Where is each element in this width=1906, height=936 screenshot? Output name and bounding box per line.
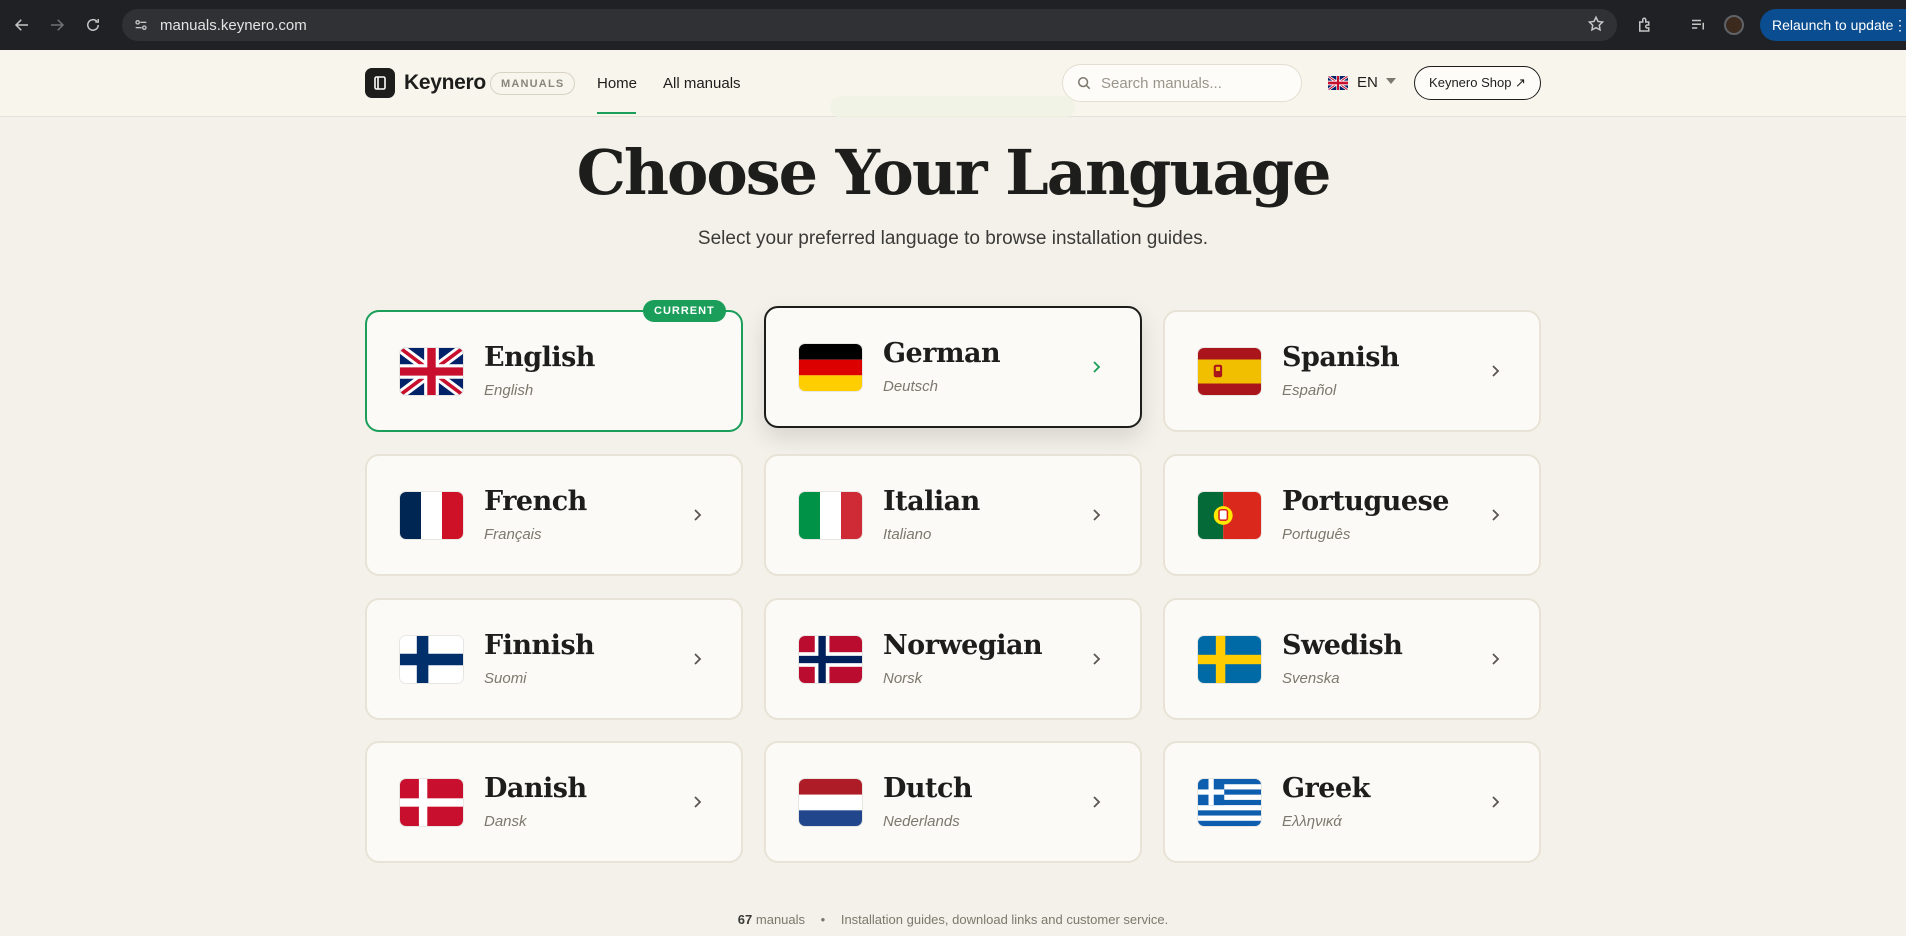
norway-flag-icon: [799, 636, 862, 683]
language-name: Greek: [1282, 773, 1370, 804]
language-native-name: Suomi: [484, 670, 527, 687]
decorative-highlight: [830, 96, 1075, 118]
chevron-right-icon: [1088, 359, 1104, 375]
uk-flag-icon: [400, 348, 463, 395]
page-title: Choose Your Language: [576, 136, 1332, 209]
book-logo-icon[interactable]: [365, 68, 395, 98]
language-card-norwegian[interactable]: Norwegian Norsk: [764, 598, 1142, 720]
manual-count: 67: [737, 912, 753, 927]
language-name: Finnish: [484, 630, 595, 661]
search-icon: [1077, 76, 1091, 90]
media-control-icon[interactable]: [1685, 12, 1711, 38]
browser-toolbar: manuals.keynero.com Relaunch to update ⋮: [0, 0, 1906, 50]
url-text: manuals.keynero.com: [160, 16, 307, 34]
language-name: English: [484, 342, 595, 373]
language-card-swedish[interactable]: Swedish Svenska: [1163, 598, 1541, 720]
chevron-right-icon: [1487, 363, 1503, 379]
chevron-right-icon: [1487, 651, 1503, 667]
language-card-english[interactable]: English English: [365, 310, 743, 432]
profile-avatar[interactable]: [1724, 15, 1744, 35]
chevron-right-icon: [1487, 507, 1503, 523]
language-native-name: Nederlands: [883, 813, 960, 830]
reload-icon[interactable]: [80, 12, 106, 38]
chevron-right-icon: [689, 507, 705, 523]
separator-dot: •: [820, 912, 826, 927]
relaunch-button[interactable]: Relaunch to update: [1760, 9, 1906, 41]
netherlands-flag-icon: [799, 779, 862, 826]
spain-flag-icon: [1198, 348, 1261, 395]
chevron-right-icon: [689, 794, 705, 810]
forward-icon[interactable]: [44, 12, 70, 38]
language-selector[interactable]: EN: [1328, 74, 1396, 91]
language-name: French: [484, 486, 587, 517]
language-native-name: Italiano: [883, 526, 932, 543]
germany-flag-icon: [799, 344, 862, 391]
language-native-name: Español: [1282, 382, 1337, 399]
language-name: Spanish: [1282, 342, 1400, 373]
menu-dots-icon[interactable]: ⋮: [1893, 17, 1906, 34]
chevron-right-icon: [689, 651, 705, 667]
language-card-dutch[interactable]: Dutch Nederlands: [764, 741, 1142, 863]
language-name: German: [883, 338, 1001, 369]
chevron-right-icon: [1487, 794, 1503, 810]
greece-flag-icon: [1198, 779, 1261, 826]
portugal-flag-icon: [1198, 492, 1261, 539]
sweden-flag-icon: [1198, 636, 1261, 683]
language-card-greek[interactable]: Greek Ελληνικά: [1163, 741, 1541, 863]
language-native-name: Français: [484, 526, 542, 543]
manuals-badge: MANUALS: [490, 72, 576, 95]
chevron-right-icon: [1088, 651, 1104, 667]
language-native-name: English: [484, 382, 534, 399]
back-icon[interactable]: [9, 12, 35, 38]
language-native-name: Português: [1282, 526, 1351, 543]
active-nav-indicator: [597, 112, 636, 114]
brand-name[interactable]: Keynero: [404, 71, 486, 95]
language-card-german[interactable]: German Deutsch: [764, 306, 1142, 428]
language-name: Norwegian: [883, 630, 1043, 661]
current-badge: CURRENT: [643, 300, 726, 322]
language-card-french[interactable]: French Français: [365, 454, 743, 576]
address-bar[interactable]: manuals.keynero.com: [122, 9, 1617, 41]
language-card-danish[interactable]: Danish Dansk: [365, 741, 743, 863]
language-card-finnish[interactable]: Finnish Suomi: [365, 598, 743, 720]
language-native-name: Dansk: [484, 813, 527, 830]
language-native-name: Svenska: [1282, 670, 1340, 687]
language-code: EN: [1357, 74, 1378, 91]
language-name: Swedish: [1282, 630, 1403, 661]
uk-flag-icon: [1328, 75, 1348, 90]
language-name: Dutch: [883, 773, 973, 804]
language-card-portuguese[interactable]: Portuguese Português: [1163, 454, 1541, 576]
language-name: Italian: [883, 486, 980, 517]
footer-text: Installation guides, download links and …: [840, 912, 1169, 927]
nav-all-manuals[interactable]: All manuals: [663, 75, 741, 92]
footer-summary: 67 manuals • Installation guides, downlo…: [0, 912, 1906, 927]
denmark-flag-icon: [400, 779, 463, 826]
manual-count-label: manuals: [755, 912, 806, 927]
nav-home[interactable]: Home: [597, 75, 637, 92]
finland-flag-icon: [400, 636, 463, 683]
language-native-name: Ελληνικά: [1282, 813, 1342, 830]
italy-flag-icon: [799, 492, 862, 539]
language-native-name: Norsk: [883, 670, 923, 687]
france-flag-icon: [400, 492, 463, 539]
search-box[interactable]: [1062, 64, 1302, 102]
language-name: Danish: [484, 773, 587, 804]
language-name: Portuguese: [1282, 486, 1449, 517]
search-input[interactable]: [1101, 74, 1281, 92]
shop-button[interactable]: Keynero Shop ↗: [1414, 66, 1541, 100]
language-card-italian[interactable]: Italian Italiano: [764, 454, 1142, 576]
chevron-right-icon: [1088, 794, 1104, 810]
bookmark-star-icon[interactable]: [1587, 15, 1605, 38]
page-subtitle: Select your preferred language to browse…: [697, 228, 1209, 249]
chevron-right-icon: [1088, 507, 1104, 523]
extensions-icon[interactable]: [1632, 12, 1658, 38]
caret-down-icon: [1385, 78, 1396, 84]
language-card-spanish[interactable]: Spanish Español: [1163, 310, 1541, 432]
language-native-name: Deutsch: [883, 378, 939, 395]
site-info-icon[interactable]: [130, 14, 152, 36]
